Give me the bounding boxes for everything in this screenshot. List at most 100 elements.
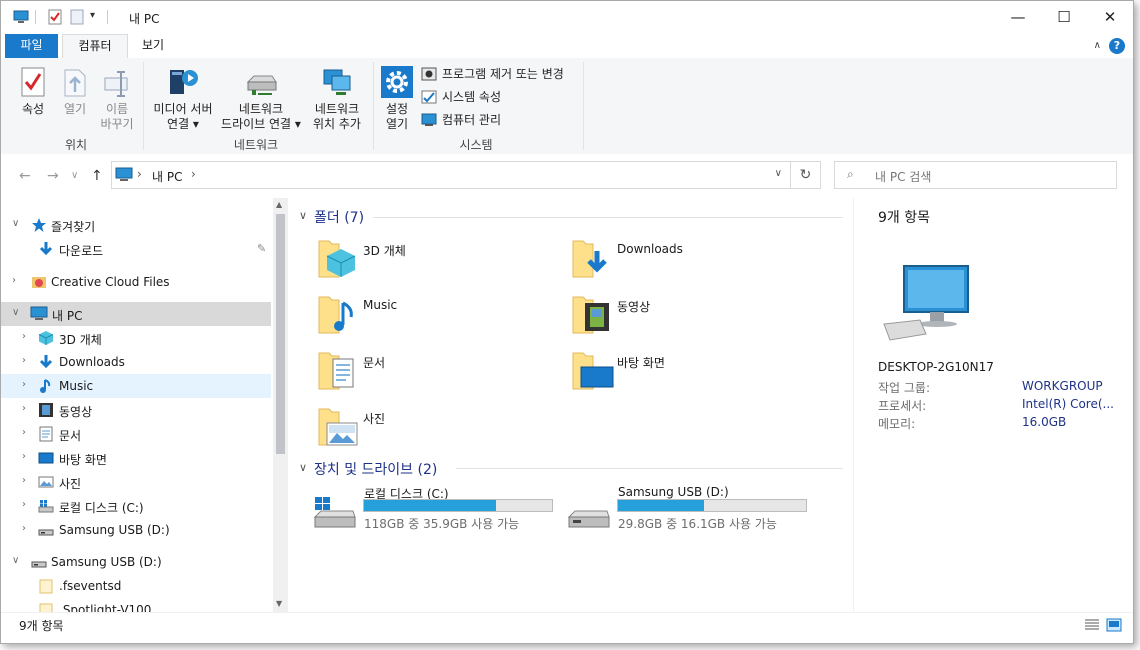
nav-item-downloads[interactable]: › Downloads — [1, 350, 271, 374]
nav-item-music[interactable]: › Music — [1, 374, 271, 398]
nav-item-desktop[interactable]: › 바탕 화면 — [1, 446, 271, 470]
back-arrow-icon[interactable]: ← — [19, 168, 31, 184]
nav-item-fseventsd[interactable]: .fseventsd — [1, 574, 271, 598]
folder-item-videos[interactable]: 동영상 — [571, 293, 811, 343]
expand-chevron-icon[interactable]: ∨ — [12, 218, 19, 229]
up-arrow-icon[interactable]: ↑ — [91, 168, 103, 184]
collapse-folders-icon[interactable]: ∨ — [299, 209, 307, 222]
expand-chevron-icon[interactable]: › — [22, 523, 26, 534]
expand-chevron-icon[interactable]: › — [22, 451, 26, 462]
open-button[interactable]: 열기 — [55, 66, 95, 117]
nav-item-videos[interactable]: › 동영상 — [1, 398, 271, 422]
drive-item-samsung-usb[interactable]: Samsung USB (D:) 29.8GB 중 16.1GB 사용 가능 — [567, 485, 817, 531]
settings-gear-icon — [381, 66, 413, 98]
pin-icon[interactable]: ✎ — [257, 242, 266, 255]
address-dropdown-icon[interactable]: ∨ — [775, 168, 782, 179]
nav-item-documents[interactable]: › 문서 — [1, 422, 271, 446]
expand-chevron-icon[interactable]: › — [22, 355, 26, 366]
add-network-location-button[interactable]: 네트워크 위치 추가 — [305, 66, 369, 132]
new-page-icon[interactable] — [69, 9, 85, 25]
expand-chevron-icon[interactable]: › — [22, 499, 26, 510]
memory-label: 메모리: — [878, 417, 916, 431]
drive-item-local-disk-c[interactable]: 로컬 디스크 (C:) 118GB 중 35.9GB 사용 가능 — [313, 485, 563, 531]
expand-chevron-icon[interactable]: › — [22, 403, 26, 414]
scroll-down-icon[interactable]: ▼ — [276, 599, 282, 608]
search-icon: ⌕ — [847, 167, 854, 181]
tab-view[interactable]: 보기 — [129, 34, 177, 58]
map-network-drive-button[interactable]: 네트워크 드라이브 연결 ▾ — [219, 66, 303, 132]
nav-item-local-disk-c[interactable]: › 로컬 디스크 (C:) — [1, 494, 271, 518]
maximize-button[interactable]: ☐ — [1041, 1, 1087, 33]
section-divider — [456, 468, 843, 469]
folder-item-desktop[interactable]: 바탕 화면 — [571, 349, 811, 399]
ribbon-divider — [583, 62, 584, 150]
nav-item-3d-objects[interactable]: › 3D 개체 — [1, 326, 271, 350]
video-folder-icon — [572, 296, 609, 334]
recent-locations-icon[interactable]: ∨ — [71, 170, 78, 181]
properties-button[interactable]: 속성 — [13, 66, 53, 117]
refresh-button[interactable]: ↻ — [791, 161, 821, 189]
tab-computer[interactable]: 컴퓨터 — [62, 34, 128, 59]
large-icons-view-icon[interactable] — [1106, 618, 1122, 632]
properties-checkmark-icon[interactable] — [47, 9, 63, 25]
folders-section-header[interactable]: 폴더 (7) — [314, 207, 364, 227]
search-box[interactable]: ⌕ 내 PC 검색 — [834, 161, 1117, 189]
expand-chevron-icon[interactable]: › — [22, 379, 26, 390]
folder-item-documents[interactable]: 문서 — [317, 349, 557, 399]
system-properties-button[interactable]: 시스템 속성 — [421, 88, 501, 105]
collapse-ribbon-icon[interactable]: ∧ — [1094, 40, 1101, 51]
connect-media-server-button[interactable]: 미디어 서버 연결 ▾ — [147, 66, 219, 132]
nav-item-pictures[interactable]: › 사진 — [1, 470, 271, 494]
search-placeholder: 내 PC 검색 — [875, 170, 932, 184]
nav-item-spotlight[interactable]: .Spotlight-V100 — [1, 598, 271, 612]
computer-management-button[interactable]: 컴퓨터 관리 — [421, 111, 501, 128]
help-icon[interactable]: ? — [1109, 38, 1125, 54]
breadcrumb-this-pc[interactable]: 내 PC — [152, 168, 182, 185]
usb-drive-icon — [31, 561, 47, 568]
section-divider — [373, 217, 843, 218]
network-location-icon — [323, 69, 351, 95]
open-settings-button[interactable]: 설정 열기 — [377, 66, 417, 132]
drives-section-header[interactable]: 장치 및 드라이브 (2) — [314, 459, 437, 479]
expand-chevron-icon[interactable]: › — [22, 331, 26, 342]
expand-chevron-icon[interactable]: › — [12, 275, 16, 286]
expand-chevron-icon[interactable]: › — [22, 427, 26, 438]
collapse-drives-icon[interactable]: ∨ — [299, 461, 307, 474]
tab-file[interactable]: 파일 — [5, 34, 58, 58]
windows-drive-icon — [38, 500, 54, 513]
details-item-count: 9개 항목 — [878, 210, 930, 226]
drive-usage-fill — [618, 500, 705, 511]
folder-item-pictures[interactable]: 사진 — [317, 405, 557, 455]
details-view-icon[interactable] — [1084, 618, 1100, 632]
status-item-count: 9개 항목 — [19, 619, 64, 633]
folder-item-3d-objects[interactable]: 3D 개체 — [317, 237, 557, 287]
rename-button[interactable]: 이름 바꾸기 — [95, 66, 139, 132]
folder-item-downloads[interactable]: Downloads — [571, 237, 811, 287]
folder-icon — [39, 579, 53, 594]
computer-name: DESKTOP-2G10N17 — [878, 360, 994, 374]
ribbon-divider — [373, 62, 374, 150]
expand-chevron-icon[interactable]: ∨ — [12, 307, 19, 318]
expand-chevron-icon[interactable]: › — [22, 475, 26, 486]
nav-item-samsung-usb-root[interactable]: ∨ Samsung USB (D:) — [1, 550, 271, 574]
usb-drive-icon — [567, 510, 610, 528]
forward-arrow-icon[interactable]: → — [47, 168, 59, 184]
folder-icon — [39, 603, 53, 612]
minimize-button[interactable]: — — [995, 1, 1041, 33]
folder-item-music[interactable]: Music — [317, 293, 557, 343]
scroll-up-icon[interactable]: ▲ — [276, 200, 282, 209]
nav-scrollbar-thumb[interactable] — [276, 214, 285, 454]
quick-access-dropdown-icon[interactable]: ▾ — [90, 10, 95, 21]
nav-item-this-pc[interactable]: ∨ 내 PC — [1, 302, 271, 326]
nav-item-favorites[interactable]: ∨ 즐겨찾기 — [1, 213, 271, 237]
address-bar[interactable]: › 내 PC › ∨ — [111, 161, 791, 189]
nav-item-creative-cloud[interactable]: › Creative Cloud Files — [1, 270, 271, 294]
cube-folder-icon — [318, 240, 356, 278]
expand-chevron-icon[interactable]: ∨ — [12, 555, 19, 566]
close-button[interactable]: ✕ — [1087, 1, 1133, 33]
breadcrumb-separator: › — [191, 167, 196, 181]
nav-item-downloads-pinned[interactable]: 다운로드 ✎ — [1, 237, 271, 261]
nav-item-samsung-usb[interactable]: › Samsung USB (D:) — [1, 518, 271, 542]
uninstall-program-button[interactable]: 프로그램 제거 또는 변경 — [421, 65, 564, 82]
uninstall-icon — [421, 67, 437, 80]
